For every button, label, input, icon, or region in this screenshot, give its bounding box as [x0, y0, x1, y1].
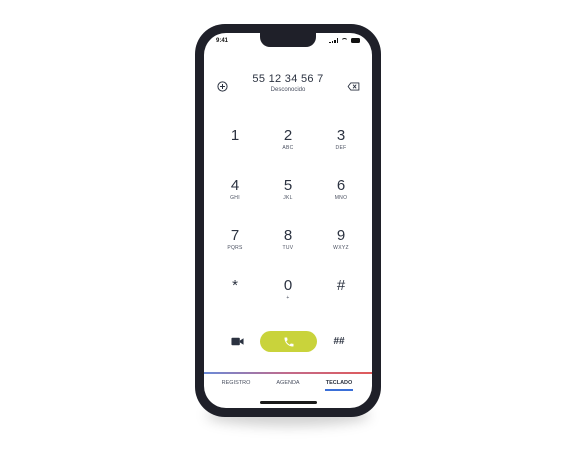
key-hash[interactable]: #	[321, 278, 361, 314]
key-digit: 3	[336, 127, 346, 144]
key-letters: WXYZ	[333, 245, 349, 251]
phone-frame: 9:41 55 12 34 56 7 Desconocido 1 2 ABC 3 DEF…	[195, 24, 381, 417]
phone-icon	[284, 337, 293, 346]
battery-icon	[351, 38, 360, 43]
key-5[interactable]: 5 JKL	[268, 178, 308, 214]
key-digit: 1	[230, 127, 240, 144]
key-letters: DEF	[335, 145, 347, 151]
phone-screen: 9:41 55 12 34 56 7 Desconocido 1 2 ABC 3 DEF…	[204, 33, 372, 408]
key-7[interactable]: 7 PQRS	[215, 228, 255, 264]
key-digit: 4	[230, 177, 240, 194]
key-letters: JKL	[283, 195, 293, 201]
status-time: 9:41	[216, 38, 229, 44]
key-9[interactable]: 9 WXYZ	[321, 228, 361, 264]
key-3[interactable]: 3 DEF	[321, 128, 361, 164]
home-indicator[interactable]	[260, 401, 317, 404]
key-1[interactable]: 1	[215, 128, 255, 164]
wifi-icon	[341, 38, 348, 43]
tab-registro[interactable]: REGISTRO	[216, 380, 256, 386]
notch	[260, 33, 316, 47]
key-2[interactable]: 2 ABC	[268, 128, 308, 164]
tab-agenda[interactable]: AGENDA	[268, 380, 308, 386]
call-button[interactable]	[260, 331, 317, 352]
tab-teclado[interactable]: TECLADO	[319, 380, 359, 386]
active-tab-indicator	[325, 389, 353, 391]
key-star[interactable]: *	[215, 278, 255, 314]
key-digit: 2	[283, 127, 293, 144]
backspace-icon[interactable]	[347, 82, 360, 91]
key-digit: 7	[230, 227, 240, 244]
key-letters: +	[286, 295, 290, 301]
key-letters: MNO	[334, 195, 348, 201]
key-letters: PQRS	[227, 245, 243, 251]
key-digit: 6	[336, 177, 346, 194]
key-digit: 9	[336, 227, 346, 244]
key-digit: 0	[283, 277, 293, 294]
video-camera-icon[interactable]	[231, 337, 244, 346]
tab-divider	[204, 372, 372, 374]
key-4[interactable]: 4 GHI	[215, 178, 255, 214]
key-8[interactable]: 8 TUV	[268, 228, 308, 264]
key-0[interactable]: 0 +	[268, 278, 308, 314]
key-letters: GHI	[230, 195, 240, 201]
key-digit: #	[336, 277, 346, 294]
key-digit: 5	[283, 177, 293, 194]
key-letters: TUV	[282, 245, 294, 251]
hash-hash-button[interactable]: ##	[327, 336, 351, 347]
status-icons	[329, 38, 360, 43]
key-letters: ABC	[282, 145, 294, 151]
key-digit: 8	[283, 227, 293, 244]
key-6[interactable]: 6 MNO	[321, 178, 361, 214]
signal-icon	[329, 38, 338, 43]
key-digit: *	[232, 277, 238, 294]
